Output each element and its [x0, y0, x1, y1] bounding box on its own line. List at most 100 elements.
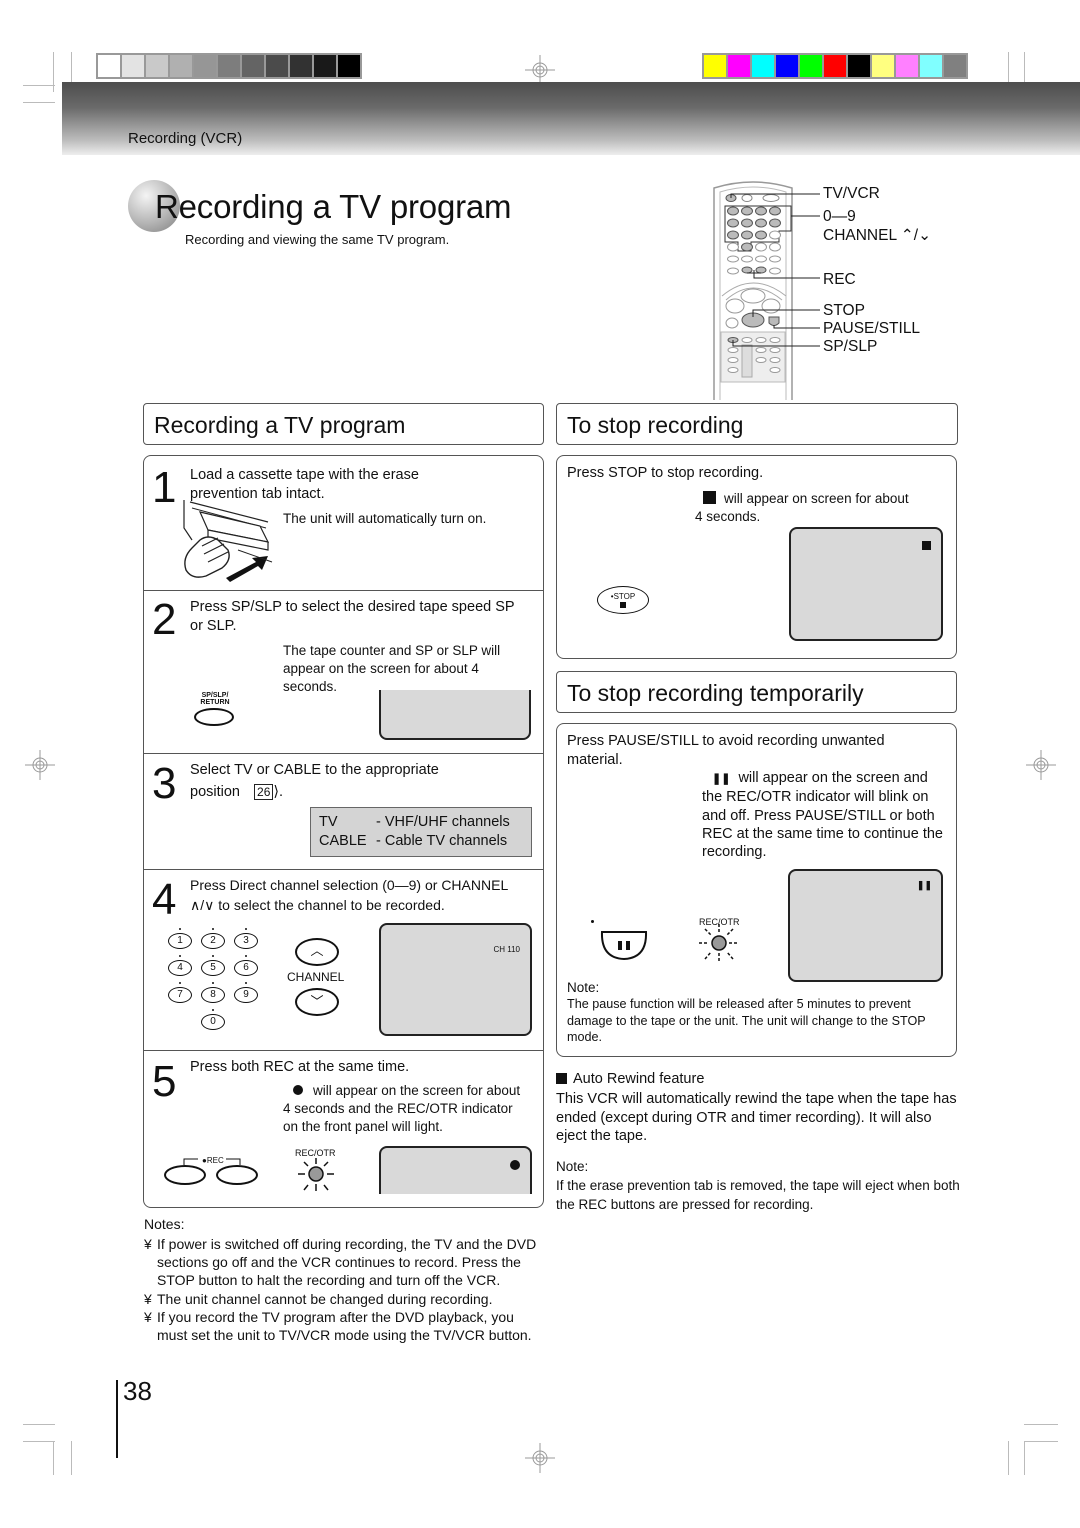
pause-button[interactable] [599, 928, 649, 962]
tv-screen [789, 527, 943, 641]
auto-rewind-note-heading: Note: [556, 1159, 589, 1174]
note-bullet: ¥ [144, 1290, 152, 1307]
keypad-key-8[interactable]: 8 [201, 982, 225, 1003]
stop-detail-text: 4 seconds. [695, 509, 761, 524]
option-row: CABLE - Cable TV channels [319, 832, 523, 851]
pause-text: Press PAUSE/STILL to avoid recording unw… [567, 733, 885, 768]
step-text: Press SP/SLP to select the desired tape … [190, 599, 515, 634]
channel-up-button[interactable]: ︿ [295, 938, 339, 966]
record-dot-icon [293, 1085, 303, 1095]
pause-dot [591, 920, 594, 923]
registration-mark-icon [25, 750, 55, 780]
step-number: 4 [152, 875, 177, 924]
color-swatch [338, 55, 360, 77]
color-swatch [146, 55, 168, 77]
cassette-insert-illustration [183, 500, 273, 582]
screen-channel-text: CH 110 [493, 945, 520, 954]
stop-button[interactable]: •STOP [597, 586, 649, 614]
pause-icon: ❚❚ [712, 773, 731, 785]
tv-cable-options-box: TV - VHF/UHF channels CABLE - Cable TV cha… [310, 807, 532, 857]
note-item: ¥ If you record the TV program after the … [144, 1308, 546, 1344]
pause-detail-text: will appear on the screen and the REC/OT… [702, 770, 943, 861]
keypad-key-0[interactable]: 0 [201, 1009, 225, 1030]
rec-button-right[interactable] [216, 1165, 258, 1185]
crop-mark [1024, 1441, 1058, 1442]
keypad-key-2[interactable]: 2 [201, 928, 225, 949]
crop-mark [71, 1441, 72, 1475]
remote-label-pause-still: PAUSE/STILL [823, 320, 921, 337]
color-swatch [98, 55, 120, 77]
sp-slp-button[interactable] [194, 708, 234, 726]
color-swatch [122, 55, 144, 77]
stop-button-label: •STOP [610, 592, 636, 601]
step-detail: The unit will automatically turn on. [283, 511, 487, 526]
step-text: Load a cassette tape with the erase prev… [190, 467, 419, 502]
keypad-key-1[interactable]: 1 [168, 928, 192, 949]
notes-list: ¥ If power is switched off during recordi… [144, 1235, 546, 1344]
remote-label-channel: CHANNEL ⌃/⌄ [823, 227, 932, 244]
remote-label-stop: STOP [823, 302, 865, 319]
step-divider [144, 753, 543, 754]
option-key: CABLE [319, 833, 367, 849]
color-swatch [752, 55, 774, 77]
step-text: Press both REC at the same time. [190, 1059, 410, 1075]
color-swatch [314, 55, 336, 77]
page-reference-badge[interactable]: 26 [254, 784, 274, 800]
page-number: 38 [123, 1376, 152, 1406]
keypad-key-3[interactable]: 3 [234, 928, 258, 949]
page-ref-arrow: ⟩. [273, 784, 284, 800]
step-detail-text: will appear on the screen for about 4 se… [283, 1083, 521, 1134]
section-heading-recording: Recording a TV program [143, 403, 544, 445]
color-swatch [266, 55, 288, 77]
step-detail: The tape counter and SP or SLP will appe… [283, 643, 501, 694]
crop-mark [23, 85, 55, 86]
note-item: ¥ If power is switched off during recordi… [144, 1235, 546, 1290]
keypad-key-7[interactable]: 7 [168, 982, 192, 1003]
note-text: If power is switched off during recordin… [157, 1236, 537, 1289]
auto-rewind-heading: Auto Rewind feature [556, 1071, 704, 1087]
crop-mark [23, 102, 55, 103]
step-number: 1 [152, 463, 177, 512]
color-swatch [776, 55, 798, 77]
color-swatch [242, 55, 264, 77]
keypad-key-4[interactable]: 4 [168, 955, 192, 976]
step-text: Press Direct channel selection (0—9) or … [190, 877, 509, 893]
record-dot-icon [510, 1160, 520, 1170]
color-swatch [896, 55, 918, 77]
keypad-key-9[interactable]: 9 [234, 982, 258, 1003]
option-row: TV - VHF/UHF channels [319, 813, 523, 832]
registration-mark-icon [1026, 750, 1056, 780]
step-number: 3 [152, 759, 177, 808]
color-swatch [848, 55, 870, 77]
stop-text: Press STOP to stop recording. [567, 465, 764, 481]
color-swatch [218, 55, 240, 77]
color-swatch [920, 55, 942, 77]
crop-mark [23, 1424, 55, 1425]
remote-label-tv-vcr: TV/VCR [823, 185, 880, 202]
pause-icon: ❚❚ [916, 880, 932, 890]
color-swatch [824, 55, 846, 77]
keypad-key-6[interactable]: 6 [234, 955, 258, 976]
channel-down-button[interactable]: ﹀ [295, 988, 339, 1016]
stop-square-icon [620, 602, 626, 608]
step-divider [144, 869, 543, 870]
rec-otr-indicator-icon [298, 1158, 334, 1191]
note-text: The unit channel cannot be changed durin… [157, 1290, 493, 1307]
pause-detail: ❚❚ will appear on the screen and the REC/… [702, 769, 952, 861]
rec-button-left[interactable] [164, 1165, 206, 1185]
remote-label-digits: 0—9 [823, 208, 856, 225]
section-label: Recording (VCR) [128, 130, 243, 147]
option-desc: - Cable TV channels [376, 833, 508, 849]
remote-label-sp-slp: SP/SLP [823, 338, 878, 355]
pause-panel: Press PAUSE/STILL to avoid recording unw… [556, 723, 957, 1057]
color-swatch [194, 55, 216, 77]
step-text: Select TV or CABLE to the appropriate [190, 762, 439, 778]
note-item: ¥ The unit channel cannot be changed duri… [144, 1290, 546, 1308]
tv-screen [379, 690, 531, 740]
pause-note-heading: Note: [567, 980, 600, 995]
keypad-key-5[interactable]: 5 [201, 955, 225, 976]
rec-otr-blinking-indicator-icon [699, 924, 739, 962]
color-swatch [872, 55, 894, 77]
color-swatch [290, 55, 312, 77]
auto-rewind-note-text: If the erase prevention tab is removed, … [556, 1178, 960, 1212]
